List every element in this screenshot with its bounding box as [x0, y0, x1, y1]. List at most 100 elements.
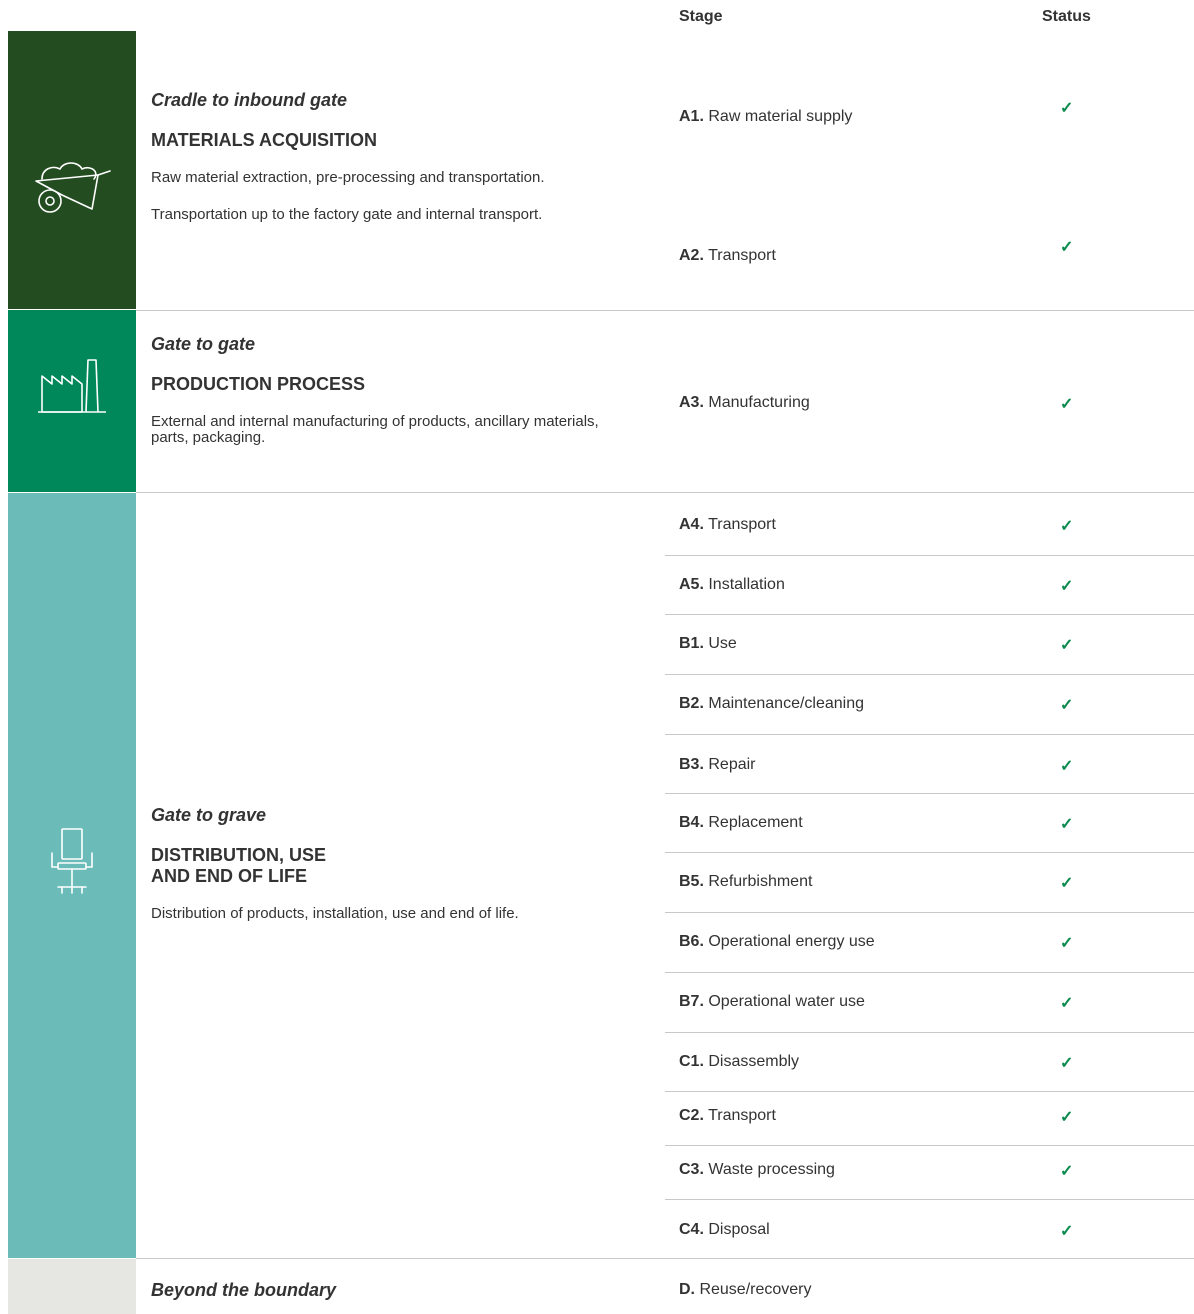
band-production-process [8, 310, 136, 492]
row-divider [665, 793, 1194, 794]
stage-row: C4. Disposal [679, 1221, 770, 1239]
row-divider [665, 1032, 1194, 1033]
band-materials-acquisition [8, 31, 136, 309]
stage-label: Waste processing [708, 1161, 835, 1178]
section-title: DISTRIBUTION, USE AND END OF LIFE [151, 845, 651, 887]
stage-row: B3. Repair [679, 756, 756, 774]
band-distribution-use-end-of-life [8, 493, 136, 1258]
stage-code: B6. [679, 933, 704, 950]
section-title: MATERIALS ACQUISITION [151, 130, 377, 150]
stage-code: A1. [679, 108, 704, 125]
stage-row: C1. Disassembly [679, 1053, 799, 1071]
row-divider [665, 734, 1194, 735]
row-divider [665, 972, 1194, 973]
stage-code: A4. [679, 516, 704, 533]
stage-label: Operational energy use [708, 933, 875, 950]
row-divider [665, 912, 1194, 913]
band-beyond-the-boundary [8, 1259, 136, 1314]
section-production-process: Gate to gate PRODUCTION PROCESS External… [151, 334, 651, 446]
row-divider [665, 852, 1194, 853]
section-divider [136, 492, 1194, 493]
status-check-icon: ✓ [1060, 935, 1074, 952]
section-divider [136, 1258, 1194, 1259]
stage-row: C2. Transport [679, 1107, 776, 1125]
stage-row: A1. Raw material supply [679, 108, 852, 126]
section-title-line: AND END OF LIFE [151, 866, 307, 886]
section-description: Raw material extraction, pre-processing … [151, 169, 545, 186]
status-check-icon: ✓ [1060, 875, 1074, 892]
section-title: PRODUCTION PROCESS [151, 374, 366, 394]
stage-code: B5. [679, 873, 704, 890]
stage-row: B2. Maintenance/cleaning [679, 695, 864, 713]
stage-label: Use [708, 635, 737, 652]
status-check-icon: ✓ [1060, 1163, 1074, 1180]
status-check-icon: ✓ [1060, 396, 1074, 413]
phase-label: Gate to gate [151, 334, 256, 354]
status-check-icon: ✓ [1060, 578, 1074, 595]
stage-code: B7. [679, 993, 704, 1010]
stage-row: B6. Operational energy use [679, 933, 875, 951]
section-beyond-the-boundary: Beyond the boundary [151, 1280, 651, 1301]
stage-code: C3. [679, 1161, 704, 1178]
status-check-icon: ✓ [1060, 239, 1074, 256]
wheelbarrow-icon [8, 159, 136, 215]
row-divider [665, 1199, 1194, 1200]
stage-row: C3. Waste processing [679, 1161, 835, 1179]
section-distribution-use-end-of-life: Gate to grave DISTRIBUTION, USE AND END … [151, 805, 651, 922]
stage-row: B4. Replacement [679, 814, 803, 832]
stage-label: Disposal [708, 1221, 770, 1238]
section-description: External and internal manufacturing of p… [151, 413, 599, 446]
office-chair-icon [8, 827, 136, 899]
stage-row: B1. Use [679, 635, 737, 653]
row-divider [665, 614, 1194, 615]
stage-row: A3. Manufacturing [679, 394, 810, 412]
stage-label: Installation [708, 576, 785, 593]
section-description: Distribution of products, installation, … [151, 905, 519, 922]
phase-label: Beyond the boundary [151, 1280, 337, 1300]
status-check-icon: ✓ [1060, 995, 1074, 1012]
stage-code: A3. [679, 394, 704, 411]
status-check-icon: ✓ [1060, 637, 1074, 654]
stage-label: Raw material supply [708, 108, 853, 125]
stage-code: C2. [679, 1107, 704, 1124]
stage-row: A5. Installation [679, 576, 785, 594]
stage-row: A2. Transport [679, 247, 776, 265]
stage-label: Transport [708, 516, 776, 533]
stage-label: Refurbishment [708, 873, 813, 890]
phase-label: Gate to grave [151, 805, 267, 825]
section-description-secondary: Transportation up to the factory gate an… [151, 206, 543, 223]
status-check-icon: ✓ [1060, 697, 1074, 714]
stage-code: B3. [679, 756, 704, 773]
row-divider [665, 674, 1194, 675]
status-check-icon: ✓ [1060, 1109, 1074, 1126]
stage-code: D. [679, 1281, 695, 1298]
factory-icon [8, 356, 136, 414]
row-divider [665, 555, 1194, 556]
stage-row: B5. Refurbishment [679, 873, 812, 891]
phase-label: Cradle to inbound gate [151, 90, 347, 110]
stage-code: B1. [679, 635, 704, 652]
stage-row: A4. Transport [679, 516, 776, 534]
section-title-line: DISTRIBUTION, USE [151, 845, 327, 865]
status-column-header: Status [1042, 8, 1091, 25]
stage-label: Reuse/recovery [699, 1281, 812, 1298]
stage-label: Repair [708, 756, 756, 773]
status-check-icon: ✓ [1060, 816, 1074, 833]
stage-label: Transport [708, 1107, 776, 1124]
stage-label: Transport [708, 247, 776, 264]
status-check-icon: ✓ [1060, 100, 1074, 117]
status-check-icon: ✓ [1060, 1223, 1074, 1240]
stage-code: C1. [679, 1053, 704, 1070]
stage-code: A5. [679, 576, 704, 593]
row-divider [665, 1091, 1194, 1092]
status-check-icon: ✓ [1060, 1055, 1074, 1072]
stage-code: B4. [679, 814, 704, 831]
status-check-icon: ✓ [1060, 518, 1074, 535]
stage-label: Operational water use [708, 993, 865, 1010]
stage-label: Maintenance/cleaning [708, 695, 865, 712]
stage-label: Disassembly [708, 1053, 800, 1070]
stage-code: B2. [679, 695, 704, 712]
stage-row: B7. Operational water use [679, 993, 865, 1011]
stage-label: Manufacturing [708, 394, 810, 411]
stage-code: C4. [679, 1221, 704, 1238]
